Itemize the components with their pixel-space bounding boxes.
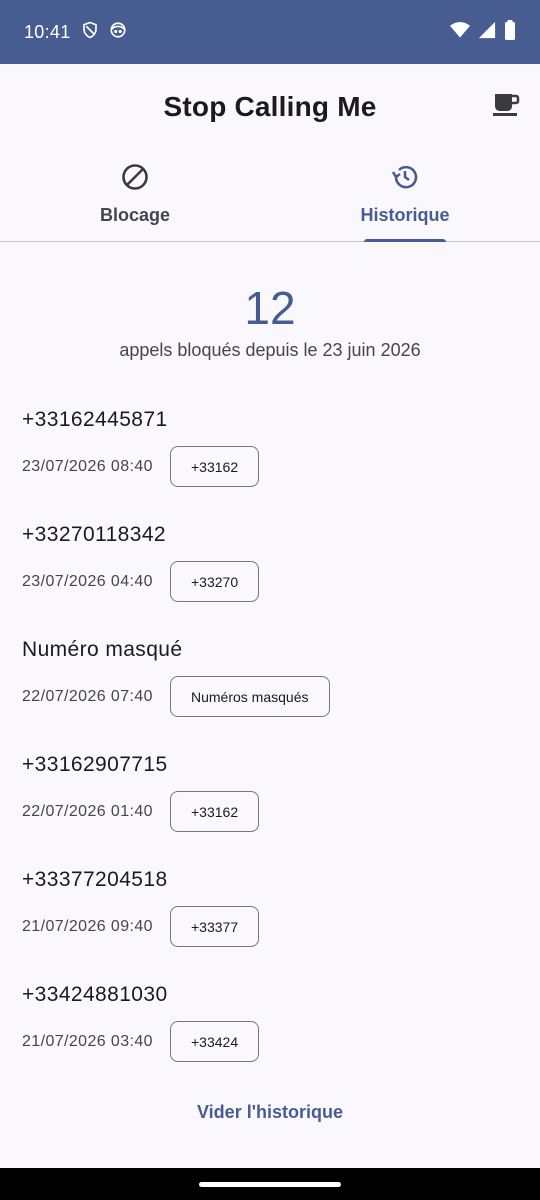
app-header: Stop Calling Me [0,64,540,150]
call-date: 21/07/2026 03:40 [22,1032,153,1050]
call-date: 22/07/2026 01:40 [22,802,153,820]
blocked-since-text: appels bloqués depuis le 23 juin 2026 [119,340,421,360]
list-item: +33162907715 22/07/2026 01:40 +33162 [22,745,522,860]
item-details: 22/07/2026 07:40 Numéros masqués [22,676,522,717]
caller-number: +33270118342 [22,523,166,546]
call-date: 23/07/2026 08:40 [22,457,153,475]
prefix-chip[interactable]: +33424 [170,1021,260,1062]
caller-number: +33424881030 [22,983,168,1006]
caller-number: +33162907715 [22,753,168,776]
list-item: +33377204518 21/07/2026 09:40 +33377 [22,860,522,975]
caller-number: +33162445871 [22,408,168,431]
signal-icon [478,21,496,44]
coffee-button[interactable] [490,90,522,122]
call-date: 21/07/2026 09:40 [22,917,153,935]
shield-icon [81,21,99,44]
home-handle[interactable] [199,1182,341,1187]
prefix-chip[interactable]: +33377 [170,906,260,947]
item-details: 21/07/2026 09:40 +33377 [22,906,522,947]
history-icon [390,162,420,197]
status-right [450,19,516,45]
face-icon [109,21,127,44]
list-item: +33270118342 23/07/2026 04:40 +33270 [22,515,522,630]
status-bar: 10:41 [0,0,540,64]
blocked-summary: 12 appels bloqués depuis le 23 juin 2026 [0,280,540,361]
item-details: 21/07/2026 03:40 +33424 [22,1021,522,1062]
tab-indicator [364,239,446,242]
status-time: 10:41 [24,21,71,42]
clear-history-button[interactable]: Vider l'historique [185,1094,355,1130]
status-left: 10:41 [24,21,127,44]
history-list: +33162445871 23/07/2026 08:40 +33162 +33… [22,400,522,1090]
prefix-chip[interactable]: +33162 [170,446,260,487]
coffee-icon [492,91,520,122]
battery-icon [504,19,516,45]
prefix-chip[interactable]: +33162 [170,791,260,832]
tab-historique[interactable]: Historique [270,150,540,242]
hidden-numbers-chip[interactable]: Numéros masqués [170,676,330,717]
tab-blocage[interactable]: Blocage [0,150,270,241]
block-icon [120,162,150,197]
list-item: Numéro masqué 22/07/2026 07:40 Numéros m… [22,630,522,745]
caller-number: Numéro masqué [22,638,183,661]
list-item: +33162445871 23/07/2026 08:40 +33162 [22,400,522,515]
wifi-icon [450,21,470,44]
blocked-count: 12 [244,282,296,334]
call-date: 22/07/2026 07:40 [22,687,153,705]
tab-label-historique: Historique [360,205,450,225]
navigation-bar [0,1168,540,1200]
call-date: 23/07/2026 04:40 [22,572,153,590]
item-details: 22/07/2026 01:40 +33162 [22,791,522,832]
item-details: 23/07/2026 08:40 +33162 [22,446,522,487]
tab-bar: Blocage Historique [0,150,540,242]
item-details: 23/07/2026 04:40 +33270 [22,561,522,602]
tab-label-blocage: Blocage [99,205,171,225]
prefix-chip[interactable]: +33270 [170,561,260,602]
clear-history-container: Vider l'historique [0,1102,540,1123]
page-title: Stop Calling Me [163,91,377,122]
caller-number: +33377204518 [22,868,168,891]
list-item: +33424881030 21/07/2026 03:40 +33424 [22,975,522,1090]
